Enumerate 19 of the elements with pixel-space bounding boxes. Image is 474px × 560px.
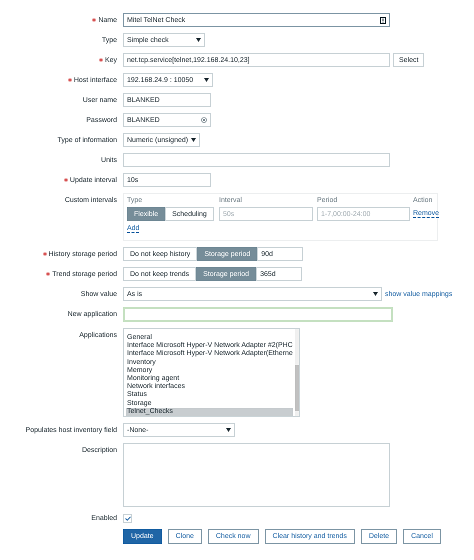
alert-icon: [380, 16, 386, 24]
caret-icon: [196, 38, 201, 42]
checkbox[interactable]: [123, 514, 132, 522]
new-application-field[interactable]: [123, 307, 393, 322]
units-field[interactable]: [123, 153, 390, 167]
required-icon: [42, 252, 47, 256]
checkmark-icon: [124, 516, 130, 520]
required-icon: [98, 58, 103, 62]
required-icon: [64, 178, 68, 182]
caret-icon: [191, 138, 196, 142]
required-icon: [68, 78, 72, 82]
description-field[interactable]: [123, 443, 390, 507]
required-icon: [92, 18, 96, 22]
eye-icon: [201, 117, 207, 123]
caret-icon: [373, 292, 378, 296]
caret-icon: [204, 78, 209, 82]
scrollbar[interactable]: [294, 329, 299, 416]
required-icon: [46, 272, 50, 276]
caret-icon: [226, 428, 231, 432]
